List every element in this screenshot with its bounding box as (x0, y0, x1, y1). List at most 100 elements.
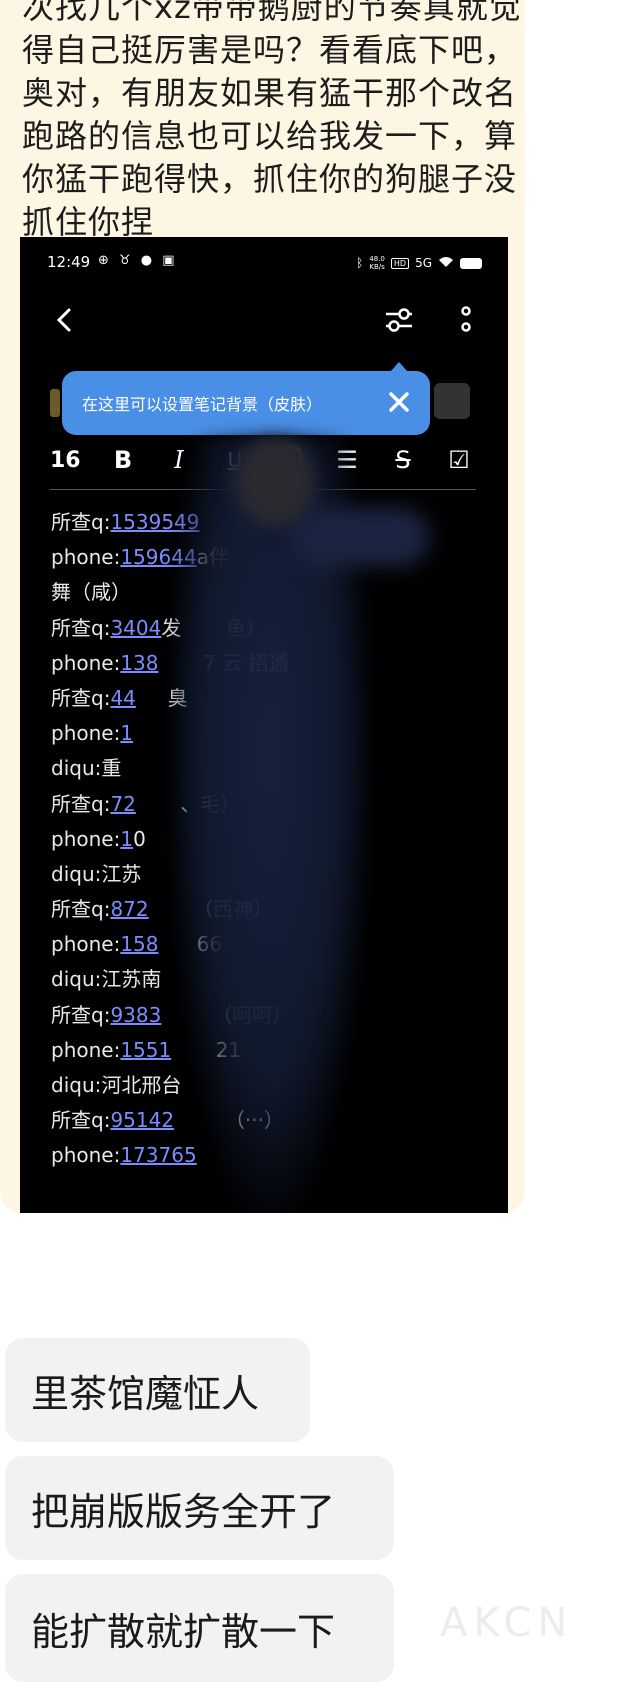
skin-settings-button[interactable] (382, 303, 416, 337)
note-label: 所查q: (51, 1002, 111, 1027)
skin-tooltip: 在这里可以设置笔记背景（皮肤） (62, 362, 430, 435)
bluetooth-icon: ᛒ (356, 256, 364, 270)
note-label: diqu:江苏南 (51, 967, 162, 992)
status-time: 12:49 (47, 253, 91, 271)
watermark: AKCN (440, 1600, 574, 1646)
note-label: 所查q: (51, 615, 111, 640)
note-content[interactable]: 所查q:1539549 phone:159644a伴 舞（咸） 所查q:3404发 鱼… (51, 505, 481, 1174)
note-suffix: （西神） (148, 897, 274, 922)
note-suffix: 0 (133, 826, 146, 851)
note-line: 所查q:72 、毛） (51, 787, 481, 822)
note-suffix: （···） (174, 1108, 284, 1133)
message-text: 里茶馆魔怔人 (31, 1371, 260, 1416)
post-card: 次找几个xz带带鹅厨的节奏真就觉得自己挺厉害是吗？看看底下吧，奥对，有朋友如果有… (0, 0, 525, 1213)
wifi-icon (438, 256, 454, 271)
note-line: 所查q:9383 （呵呵） (51, 998, 481, 1033)
back-button[interactable] (50, 305, 80, 335)
note-line: diqu:江苏 (51, 857, 481, 892)
note-line: phone:173765 (51, 1138, 481, 1173)
note-line: phone:158 66 (51, 927, 481, 962)
note-number-link[interactable]: 872 (110, 897, 148, 921)
note-number-link[interactable]: 9383 (110, 1003, 161, 1027)
note-number-link[interactable]: 173765 (120, 1143, 196, 1167)
status-right-icons: ᛒ 48.0 KB/s HD 5G (356, 255, 482, 271)
more-button[interactable] (456, 303, 476, 337)
note-number-link[interactable]: 95142 (110, 1108, 174, 1132)
checkbox-button[interactable]: ☑ (442, 446, 476, 474)
note-label: 所查q: (51, 685, 111, 710)
post-text: 次找几个xz带带鹅厨的节奏真就觉得自己挺厉害是吗？看看底下吧，奥对，有朋友如果有… (22, 0, 522, 241)
note-line: 所查q:3404发 鱼） (51, 611, 481, 646)
note-number-link[interactable]: 1539549 (110, 510, 199, 534)
list-button[interactable]: ☰ (330, 446, 364, 474)
message-text: 把崩版版务全开了 (31, 1489, 336, 1534)
note-number-link[interactable]: 1 (120, 827, 133, 851)
note-line: phone:1551 21 (51, 1033, 481, 1068)
note-number-link[interactable]: 1551 (120, 1038, 171, 1062)
note-label: 舞（咸） (51, 580, 131, 605)
note-suffix: a伴 (196, 545, 229, 570)
note-label: diqu:河北邢台 (51, 1073, 182, 1097)
note-suffix: 、毛） (135, 791, 241, 816)
note-label: diqu:江苏 (51, 861, 142, 886)
note-label: 所查q: (51, 1108, 111, 1133)
layout-icon[interactable] (434, 383, 470, 419)
note-number-link[interactable]: 3404 (110, 616, 161, 640)
note-line: phone:10 (51, 822, 481, 857)
note-label: phone: (51, 932, 121, 957)
note-suffix: 21 (171, 1037, 242, 1062)
message-bubble: 把崩版版务全开了 (5, 1456, 394, 1560)
note-label: phone: (51, 1143, 121, 1168)
tooltip-text: 在这里可以设置笔记背景（皮肤） (82, 395, 323, 414)
note-label: phone: (51, 826, 121, 851)
hd-badge: HD (390, 257, 410, 269)
note-label: diqu:重 (51, 756, 122, 781)
italic-button[interactable]: I (162, 446, 196, 474)
note-number-link[interactable]: 44 (110, 686, 135, 710)
signal-icon: 5G (415, 256, 432, 270)
font-size-button[interactable]: 16 (50, 448, 84, 473)
note-number-link[interactable]: 138 (120, 651, 158, 675)
note-line: diqu:重 (51, 751, 481, 786)
note-suffix: 臭 (135, 685, 188, 710)
left-chip (50, 389, 60, 417)
note-suffix: 66 (158, 932, 223, 957)
note-suffix: 发 鱼） (161, 615, 266, 640)
note-suffix: 7 云 招通 (158, 650, 289, 675)
note-number-link[interactable]: 1 (120, 721, 133, 745)
battery-icon (460, 257, 482, 269)
note-label: 所查q: (51, 510, 111, 534)
strike-button[interactable]: S (386, 446, 420, 474)
note-line: diqu:江苏南 (51, 962, 481, 997)
note-label: phone: (51, 1037, 121, 1062)
embedded-phone-screenshot[interactable]: 12:49 ⊕ ♉ ● ▣ ᛒ 48.0 KB/s HD 5G 在这里可以设置笔… (20, 237, 508, 1213)
note-label: 所查q: (51, 897, 111, 922)
note-line: 所查q:872 （西神） (51, 892, 481, 927)
sliders-icon (386, 308, 412, 332)
note-line: diqu:河北邢台 (51, 1068, 481, 1103)
bold-button[interactable]: B (106, 446, 140, 474)
note-number-link[interactable]: 159644 (120, 545, 196, 569)
message-text: 能扩散就扩散一下 (31, 1609, 336, 1654)
status-bar: 12:49 ⊕ ♉ ● ▣ ᛒ 48.0 KB/s HD 5G (20, 237, 508, 297)
note-label: phone: (51, 650, 121, 675)
note-line: 所查q:95142 （···） (51, 1103, 481, 1138)
note-number-link[interactable]: 72 (110, 792, 135, 816)
note-line: 所查q:44 臭 (51, 681, 481, 716)
note-line: 舞（咸） (51, 575, 481, 610)
note-label: 所查q: (51, 791, 111, 816)
notification-icons: ⊕ ♉ ● ▣ (98, 253, 178, 268)
chevron-left-icon (56, 308, 71, 332)
net-speed: 48.0 KB/s (369, 255, 385, 271)
close-icon[interactable] (386, 389, 412, 415)
note-suffix: （呵呵） (161, 1002, 293, 1027)
note-line: phone:1 (51, 716, 481, 751)
note-line: phone:138 7 云 招通 (51, 646, 481, 681)
message-bubble: 能扩散就扩散一下 (5, 1574, 394, 1682)
more-vertical-icon (461, 306, 471, 332)
blurred-arm (290, 507, 430, 567)
message-bubble: 里茶馆魔怔人 (5, 1338, 310, 1442)
note-label: phone: (51, 545, 121, 570)
note-label: phone: (51, 721, 121, 746)
note-number-link[interactable]: 158 (120, 932, 158, 956)
